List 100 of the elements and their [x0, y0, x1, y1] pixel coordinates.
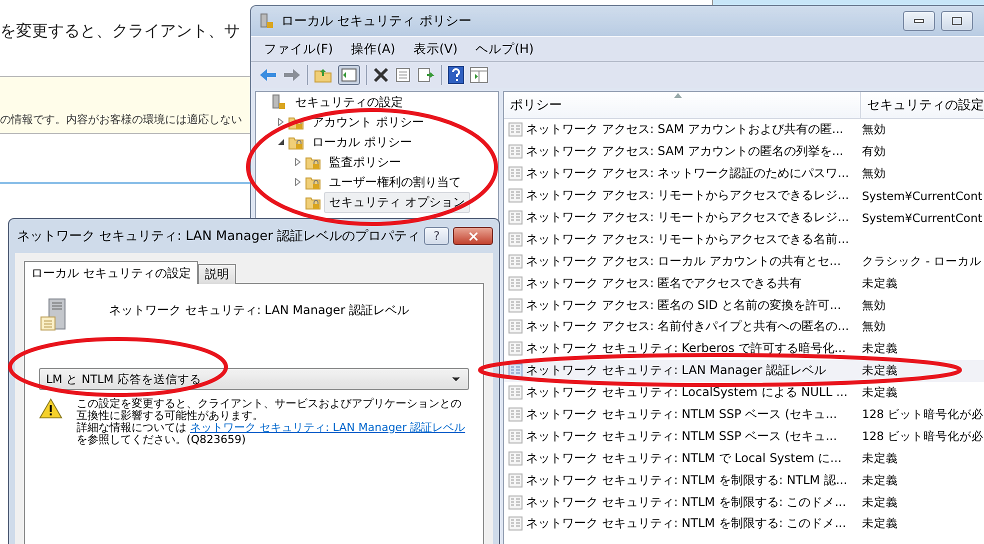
folder-lock-icon — [288, 134, 304, 150]
policy-setting: 未定義 — [862, 276, 898, 291]
policy-name: ネットワーク セキュリティ: NTLM SSP ベース (セキュ... — [526, 406, 838, 424]
folder-lock-icon — [305, 154, 321, 170]
properties-icon[interactable] — [395, 67, 411, 83]
tab[interactable]: 説明 — [198, 264, 236, 284]
notice-text: の情報です。内容がお客様の環境には適応しない — [0, 112, 242, 127]
policy-row[interactable]: ネットワーク セキュリティ: NTLM を制限する: このドメ... 未定義 — [504, 491, 984, 514]
setting-dropdown[interactable]: LM と NTLM 応答を送信する — [39, 368, 469, 390]
tree-item[interactable]: ローカル ポリシー — [307, 132, 417, 152]
server-lock-icon — [259, 13, 275, 29]
policy-icon — [508, 363, 523, 378]
policy-name: ネットワーク アクセス: リモートからアクセスできるレジ... — [526, 187, 850, 204]
panel-toggle-icon[interactable] — [338, 65, 360, 85]
policy-setting: 未定義 — [862, 341, 898, 356]
policy-icon — [508, 254, 523, 269]
policy-name: ネットワーク セキュリティ: LAN Manager 認証レベル — [526, 362, 826, 380]
policy-icon — [508, 144, 523, 160]
policy-setting: クラシック - ローカル — [862, 254, 982, 269]
page-heading: を変更すると、クライアント、サ — [0, 20, 241, 42]
policy-setting: 未定義 — [862, 450, 898, 466]
policy-icon — [508, 450, 523, 466]
policy-row[interactable]: ネットワーク セキュリティ: LAN Manager 認証レベル 未定義 — [504, 360, 984, 382]
policy-row[interactable]: ネットワーク アクセス: リモートからアクセスできるレジ... System¥CurrentCont — [504, 184, 984, 207]
expand-arrow-icon[interactable] — [277, 118, 285, 126]
menu-item[interactable]: ヘルプ(H) — [468, 38, 541, 60]
action-pane-icon[interactable] — [470, 67, 488, 83]
policy-row[interactable]: ネットワーク セキュリティ: LocalSystem による NULL ... 未定義 — [504, 382, 984, 404]
policy-name: ネットワーク アクセス: SAM アカウントおよび共有の匿... — [526, 121, 844, 138]
policy-icon — [508, 319, 523, 334]
policy-row[interactable]: ネットワーク アクセス: SAM アカウントの匿名の列挙を... 有効 — [504, 140, 984, 163]
tree-item[interactable]: アカウント ポリシー — [307, 112, 429, 132]
warning-message: この設定を変更すると、クライアント、サービスおよびアプリケーションとの互換性に影響する可能性があります。 詳細な情報については ネットワーク セキュリティ: LAN Manager 認証レベル を参照してください。(Q823659) — [76, 398, 466, 446]
help-icon[interactable] — [448, 66, 464, 84]
expand-arrow-icon[interactable] — [294, 178, 302, 186]
expand-arrow-icon[interactable] — [294, 158, 302, 166]
policy-row[interactable]: ネットワーク セキュリティ: NTLM で Local System に... 未定義 — [504, 447, 984, 470]
menu-item[interactable]: 操作(A) — [344, 38, 402, 60]
warning-icon — [39, 398, 63, 419]
tab[interactable]: ローカル セキュリティの設定 — [24, 261, 198, 284]
policy-help-link[interactable]: ネットワーク セキュリティ: LAN Manager 認証レベル — [190, 421, 466, 434]
policy-name: ネットワーク セキュリティ: NTLM を制限する: NTLM 認... — [526, 472, 848, 489]
policy-setting: System¥CurrentCont — [862, 188, 982, 203]
policy-row[interactable]: ネットワーク セキュリティ: Kerberos で許可する暗号化... 未定義 — [504, 338, 984, 360]
dialog-title: ネットワーク セキュリティ: LAN Manager 認証レベルのプロパティ — [16, 228, 420, 245]
tree-item[interactable]: 監査ポリシー — [324, 152, 406, 172]
forward-arrow-icon[interactable] — [283, 68, 301, 82]
server-lock-icon — [271, 94, 287, 110]
policy-row[interactable]: ネットワーク アクセス: ローカル アカウントの共有とセ... クラシック - ローカル — [504, 250, 984, 272]
policy-icon — [508, 298, 523, 313]
policy-icon — [508, 232, 523, 247]
policy-name: ネットワーク セキュリティ: NTLM を制限する: このドメ... — [526, 515, 846, 532]
policy-row[interactable]: ネットワーク セキュリティ: NTLM SSP ベース (セキュ... 128 ビット暗号化が必 — [504, 425, 984, 448]
back-arrow-icon[interactable] — [259, 68, 277, 82]
policy-row[interactable]: ネットワーク アクセス: SAM アカウントおよび共有の匿... 無効 — [504, 119, 984, 141]
policy-setting: 未定義 — [862, 363, 898, 378]
policy-setting: System¥CurrentCont — [862, 210, 982, 224]
policy-name: ネットワーク セキュリティ: NTLM を制限する: このドメ... — [526, 494, 846, 511]
policy-name: ネットワーク アクセス: ローカル アカウントの共有とセ... — [526, 252, 841, 270]
column-header[interactable]: セキュリティの設定 — [861, 92, 984, 118]
window-title: ローカル セキュリティ ポリシー — [281, 13, 472, 30]
menu-item[interactable]: 表示(V) — [406, 38, 465, 60]
policy-icon — [508, 494, 523, 510]
policy-row[interactable]: ネットワーク アクセス: 匿名でアクセスできる共有 未定義 — [504, 272, 984, 294]
help-button[interactable]: ? — [424, 227, 450, 245]
policy-setting: 128 ビット暗号化が必 — [862, 428, 984, 444]
policy-row[interactable]: ネットワーク アクセス: リモートからアクセスできる名前... — [504, 228, 984, 250]
tree-item[interactable]: セキュリティの設定 — [290, 92, 408, 112]
up-folder-icon[interactable] — [314, 67, 332, 83]
minimize-button[interactable] — [903, 11, 935, 31]
policy-setting: 未定義 — [862, 385, 898, 400]
tree-item[interactable]: ユーザー権利の割り当て — [324, 172, 466, 192]
policy-name: ネットワーク アクセス: 匿名でアクセスできる共有 — [526, 274, 802, 292]
column-header[interactable]: ポリシー — [504, 92, 861, 118]
policy-icon — [508, 276, 523, 291]
policy-row[interactable]: ネットワーク アクセス: 名前付きパイプと共有への匿名の... 無効 — [504, 316, 984, 338]
maximize-icon — [952, 17, 962, 25]
policy-row[interactable]: ネットワーク アクセス: 匿名の SID と名前の変換を許可... 無効 — [504, 294, 984, 316]
policy-row[interactable]: ネットワーク セキュリティ: NTLM を制限する: このドメ... 未定義 — [504, 513, 984, 535]
tree-item[interactable]: セキュリティ オプション — [324, 192, 470, 212]
policy-row[interactable]: ネットワーク セキュリティ: NTLM を制限する: NTLM 認... 未定義 — [504, 469, 984, 492]
policy-icon — [508, 341, 523, 356]
policy-row[interactable]: ネットワーク セキュリティ: NTLM SSP ベース (セキュ... 128 ビット暗号化が必 — [504, 404, 984, 426]
export-list-icon[interactable] — [417, 67, 435, 83]
collapse-arrow-icon[interactable] — [277, 138, 285, 146]
delete-icon[interactable] — [373, 67, 389, 83]
close-icon — [466, 230, 480, 242]
policy-icon — [508, 407, 523, 422]
maximize-button[interactable] — [941, 11, 973, 31]
policy-name: ネットワーク セキュリティ: NTLM で Local System に... — [526, 450, 842, 467]
menu-item[interactable]: ファイル(F) — [257, 38, 340, 60]
folder-lock-icon — [305, 194, 321, 210]
policy-icon — [508, 428, 523, 444]
policy-row[interactable]: ネットワーク アクセス: リモートからアクセスできるレジ... System¥CurrentCont — [504, 206, 984, 228]
policy-icon — [508, 188, 523, 204]
policy-name: ネットワーク アクセス: リモートからアクセスできるレジ... — [526, 209, 850, 226]
policy-setting: 128 ビット暗号化が必 — [862, 407, 984, 422]
policy-row[interactable]: ネットワーク アクセス: ネットワーク認証のためにパスワ... 無効 — [504, 162, 984, 185]
close-button[interactable] — [453, 227, 493, 245]
policy-name: ネットワーク アクセス: ネットワーク認証のためにパスワ... — [526, 165, 850, 182]
